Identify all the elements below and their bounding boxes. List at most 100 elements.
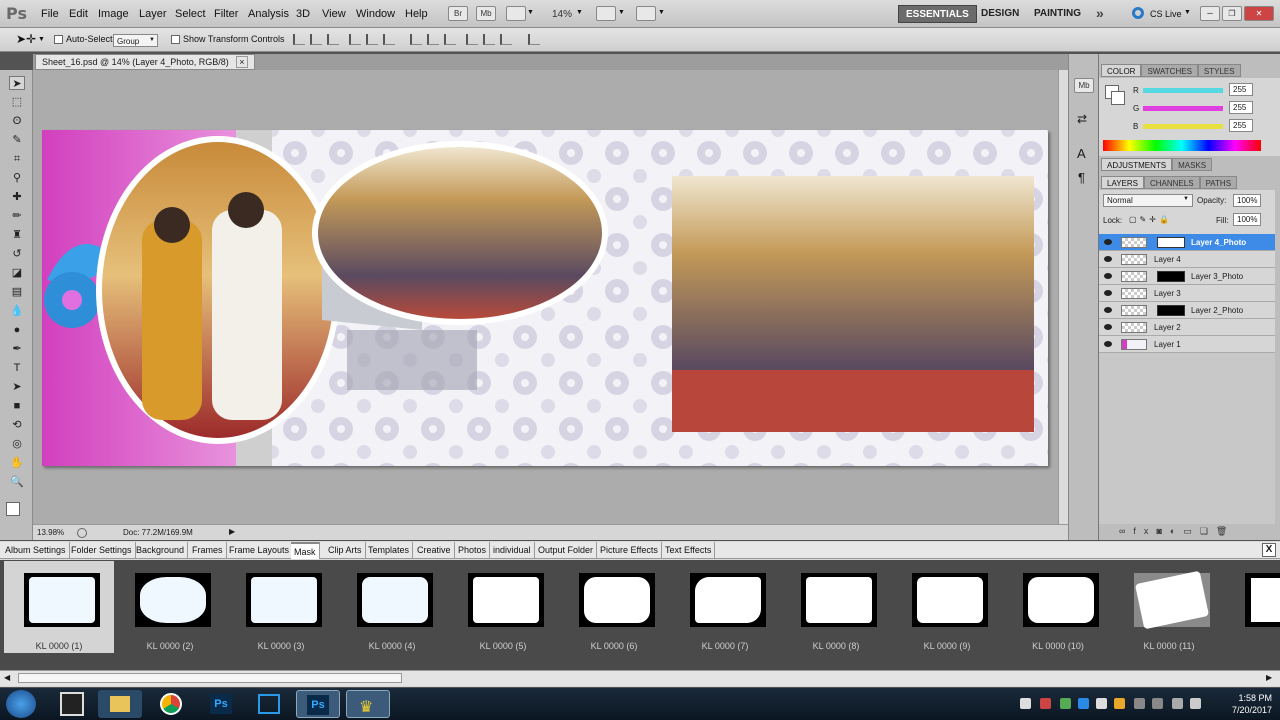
marquee-tool-icon[interactable]: ⬚ <box>9 95 25 109</box>
character-panel-icon[interactable]: A <box>1077 146 1086 161</box>
menu-analysis[interactable]: Analysis <box>248 8 289 20</box>
blur-tool-icon[interactable]: 💧 <box>9 304 25 318</box>
layer-row-layer-1[interactable]: Layer 1 <box>1099 336 1275 353</box>
tray-skype-icon[interactable] <box>1078 698 1089 709</box>
paragraph-panel-icon[interactable]: ¶ <box>1078 170 1085 185</box>
menu-view[interactable]: View <box>322 8 346 20</box>
distribute-right-icon[interactable] <box>500 34 512 45</box>
close-panel-button[interactable]: X <box>1262 543 1276 557</box>
view-extras-button[interactable] <box>506 6 526 21</box>
zoom-level[interactable]: 14% <box>552 9 572 20</box>
layer-mask-thumbnail[interactable] <box>1157 237 1185 248</box>
tray-icon[interactable] <box>1060 698 1071 709</box>
layer-row-layer-4-photo[interactable]: Layer 4_Photo <box>1099 234 1275 251</box>
blend-mode-dropdown[interactable]: Normal ▼ <box>1103 194 1193 207</box>
start-button[interactable] <box>6 690 36 718</box>
tab-output-folder[interactable]: Output Folder <box>535 542 598 559</box>
layer-mask-thumbnail[interactable] <box>1157 271 1185 282</box>
menu-image[interactable]: Image <box>98 8 129 20</box>
zoom-tool-icon[interactable]: 🔍 <box>9 475 25 489</box>
mask-item[interactable]: KL 0000 (4) <box>337 561 447 653</box>
quick-select-tool-icon[interactable]: ✎ <box>9 133 25 147</box>
tray-volume-icon[interactable] <box>1190 698 1201 709</box>
link-layers-icon[interactable]: ∞ <box>1119 526 1133 536</box>
mask-item[interactable]: KL 0000 (5) <box>448 561 558 653</box>
tab-masks[interactable]: MASKS <box>1172 158 1213 171</box>
snipping-tool-icon[interactable] <box>248 690 292 718</box>
distribute-hcenter-icon[interactable] <box>483 34 495 45</box>
auto-select-checkbox[interactable]: Auto-Select: <box>54 34 115 45</box>
tab-text-effects[interactable]: Text Effects <box>662 542 716 559</box>
align-left-icon[interactable] <box>349 34 361 45</box>
cs-live-button[interactable]: CS Live <box>1150 9 1182 19</box>
move-tool-icon[interactable]: ➤ <box>9 76 25 90</box>
layer-row-layer-2[interactable]: Layer 2 <box>1099 319 1275 336</box>
scroll-left-icon[interactable]: ◀ <box>4 673 10 682</box>
healing-brush-icon[interactable]: ✚ <box>9 190 25 204</box>
path-selection-icon[interactable]: ➤ <box>9 380 25 394</box>
eraser-tool-icon[interactable]: ◪ <box>9 266 25 280</box>
clone-stamp-icon[interactable]: ♜ <box>9 228 25 242</box>
channel-b-slider[interactable] <box>1143 124 1223 129</box>
screen-mode-button[interactable] <box>636 6 656 21</box>
chevron-down-icon[interactable]: ▼ <box>658 9 665 16</box>
chevron-down-icon[interactable]: ▼ <box>527 9 534 16</box>
tray-icon[interactable] <box>1096 698 1107 709</box>
menu-file[interactable]: File <box>41 8 59 20</box>
align-right-icon[interactable] <box>383 34 395 45</box>
adjustment-layer-icon[interactable]: ◐ <box>1170 526 1183 536</box>
tab-channels[interactable]: CHANNELS <box>1143 176 1200 189</box>
workspace-essentials[interactable]: ESSENTIALS <box>898 5 977 23</box>
visibility-eye-icon[interactable] <box>1104 341 1112 347</box>
arrange-documents-button[interactable] <box>596 6 616 21</box>
mask-item[interactable]: KL 0000 (8) <box>781 561 891 653</box>
auto-select-dropdown[interactable]: Group ▼ <box>113 34 158 47</box>
channel-r-slider[interactable] <box>1143 88 1223 93</box>
lasso-tool-icon[interactable]: ʘ <box>9 114 25 128</box>
channel-g-value[interactable]: 255 <box>1229 101 1253 114</box>
visibility-eye-icon[interactable] <box>1104 273 1112 279</box>
visibility-eye-icon[interactable] <box>1104 239 1112 245</box>
gallery-scrollbar[interactable]: ◀ ▶ <box>0 670 1280 686</box>
brush-tool-icon[interactable]: ✏ <box>9 209 25 223</box>
tab-individual[interactable]: individual <box>490 542 535 559</box>
tab-paths[interactable]: PATHS <box>1199 176 1238 189</box>
tab-album-settings[interactable]: Album Settings <box>2 542 70 559</box>
eyedropper-tool-icon[interactable]: ⚲ <box>9 171 25 185</box>
distribute-left-icon[interactable] <box>466 34 478 45</box>
fill-value[interactable]: 100% <box>1233 213 1261 226</box>
3d-orbit-icon[interactable]: ◎ <box>9 437 25 451</box>
file-explorer-icon[interactable] <box>98 690 142 718</box>
tab-frames[interactable]: Frames <box>189 542 227 559</box>
tab-templates[interactable]: Templates <box>365 542 414 559</box>
status-icon[interactable] <box>77 528 87 538</box>
chevron-down-icon[interactable]: ▼ <box>576 9 583 16</box>
opacity-value[interactable]: 100% <box>1233 194 1261 207</box>
tab-swatches[interactable]: SWATCHES <box>1141 64 1198 77</box>
mask-thumbnail-partial[interactable] <box>1245 573 1280 627</box>
visibility-eye-icon[interactable] <box>1104 290 1112 296</box>
layer-row-layer-3[interactable]: Layer 3 <box>1099 285 1275 302</box>
visibility-eye-icon[interactable] <box>1104 256 1112 262</box>
crop-tool-icon[interactable]: ⌗ <box>9 152 25 166</box>
taskbar-clock[interactable]: 1:58 PM 7/20/2017 <box>1232 692 1272 716</box>
hand-tool-icon[interactable]: ✋ <box>9 456 25 470</box>
distribute-top-icon[interactable] <box>410 34 422 45</box>
move-tool-icon[interactable]: ➤✛ <box>16 32 36 46</box>
mask-item[interactable]: KL 0000 (9) <box>892 561 1002 653</box>
history-brush-icon[interactable]: ↺ <box>9 247 25 261</box>
type-tool-icon[interactable]: T <box>9 361 25 375</box>
menu-3d[interactable]: 3D <box>296 8 310 20</box>
lock-icons[interactable]: ▢✎✛🔒 <box>1129 215 1172 224</box>
channel-r-value[interactable]: 255 <box>1229 83 1253 96</box>
chevron-down-icon[interactable]: ▼ <box>618 9 625 16</box>
mask-item[interactable]: KL 0000 (1) <box>4 561 114 653</box>
close-button[interactable]: ✕ <box>1244 6 1274 21</box>
mask-item[interactable]: KL 0000 (6) <box>559 561 669 653</box>
tray-display-icon[interactable] <box>1172 698 1183 709</box>
minimize-button[interactable]: – <box>1200 6 1220 21</box>
tab-adjustments[interactable]: ADJUSTMENTS <box>1101 158 1173 171</box>
layer-row-layer-4[interactable]: Layer 4 <box>1099 251 1275 268</box>
dodge-tool-icon[interactable]: ● <box>9 323 25 337</box>
tab-picture-effects[interactable]: Picture Effects <box>597 542 662 559</box>
